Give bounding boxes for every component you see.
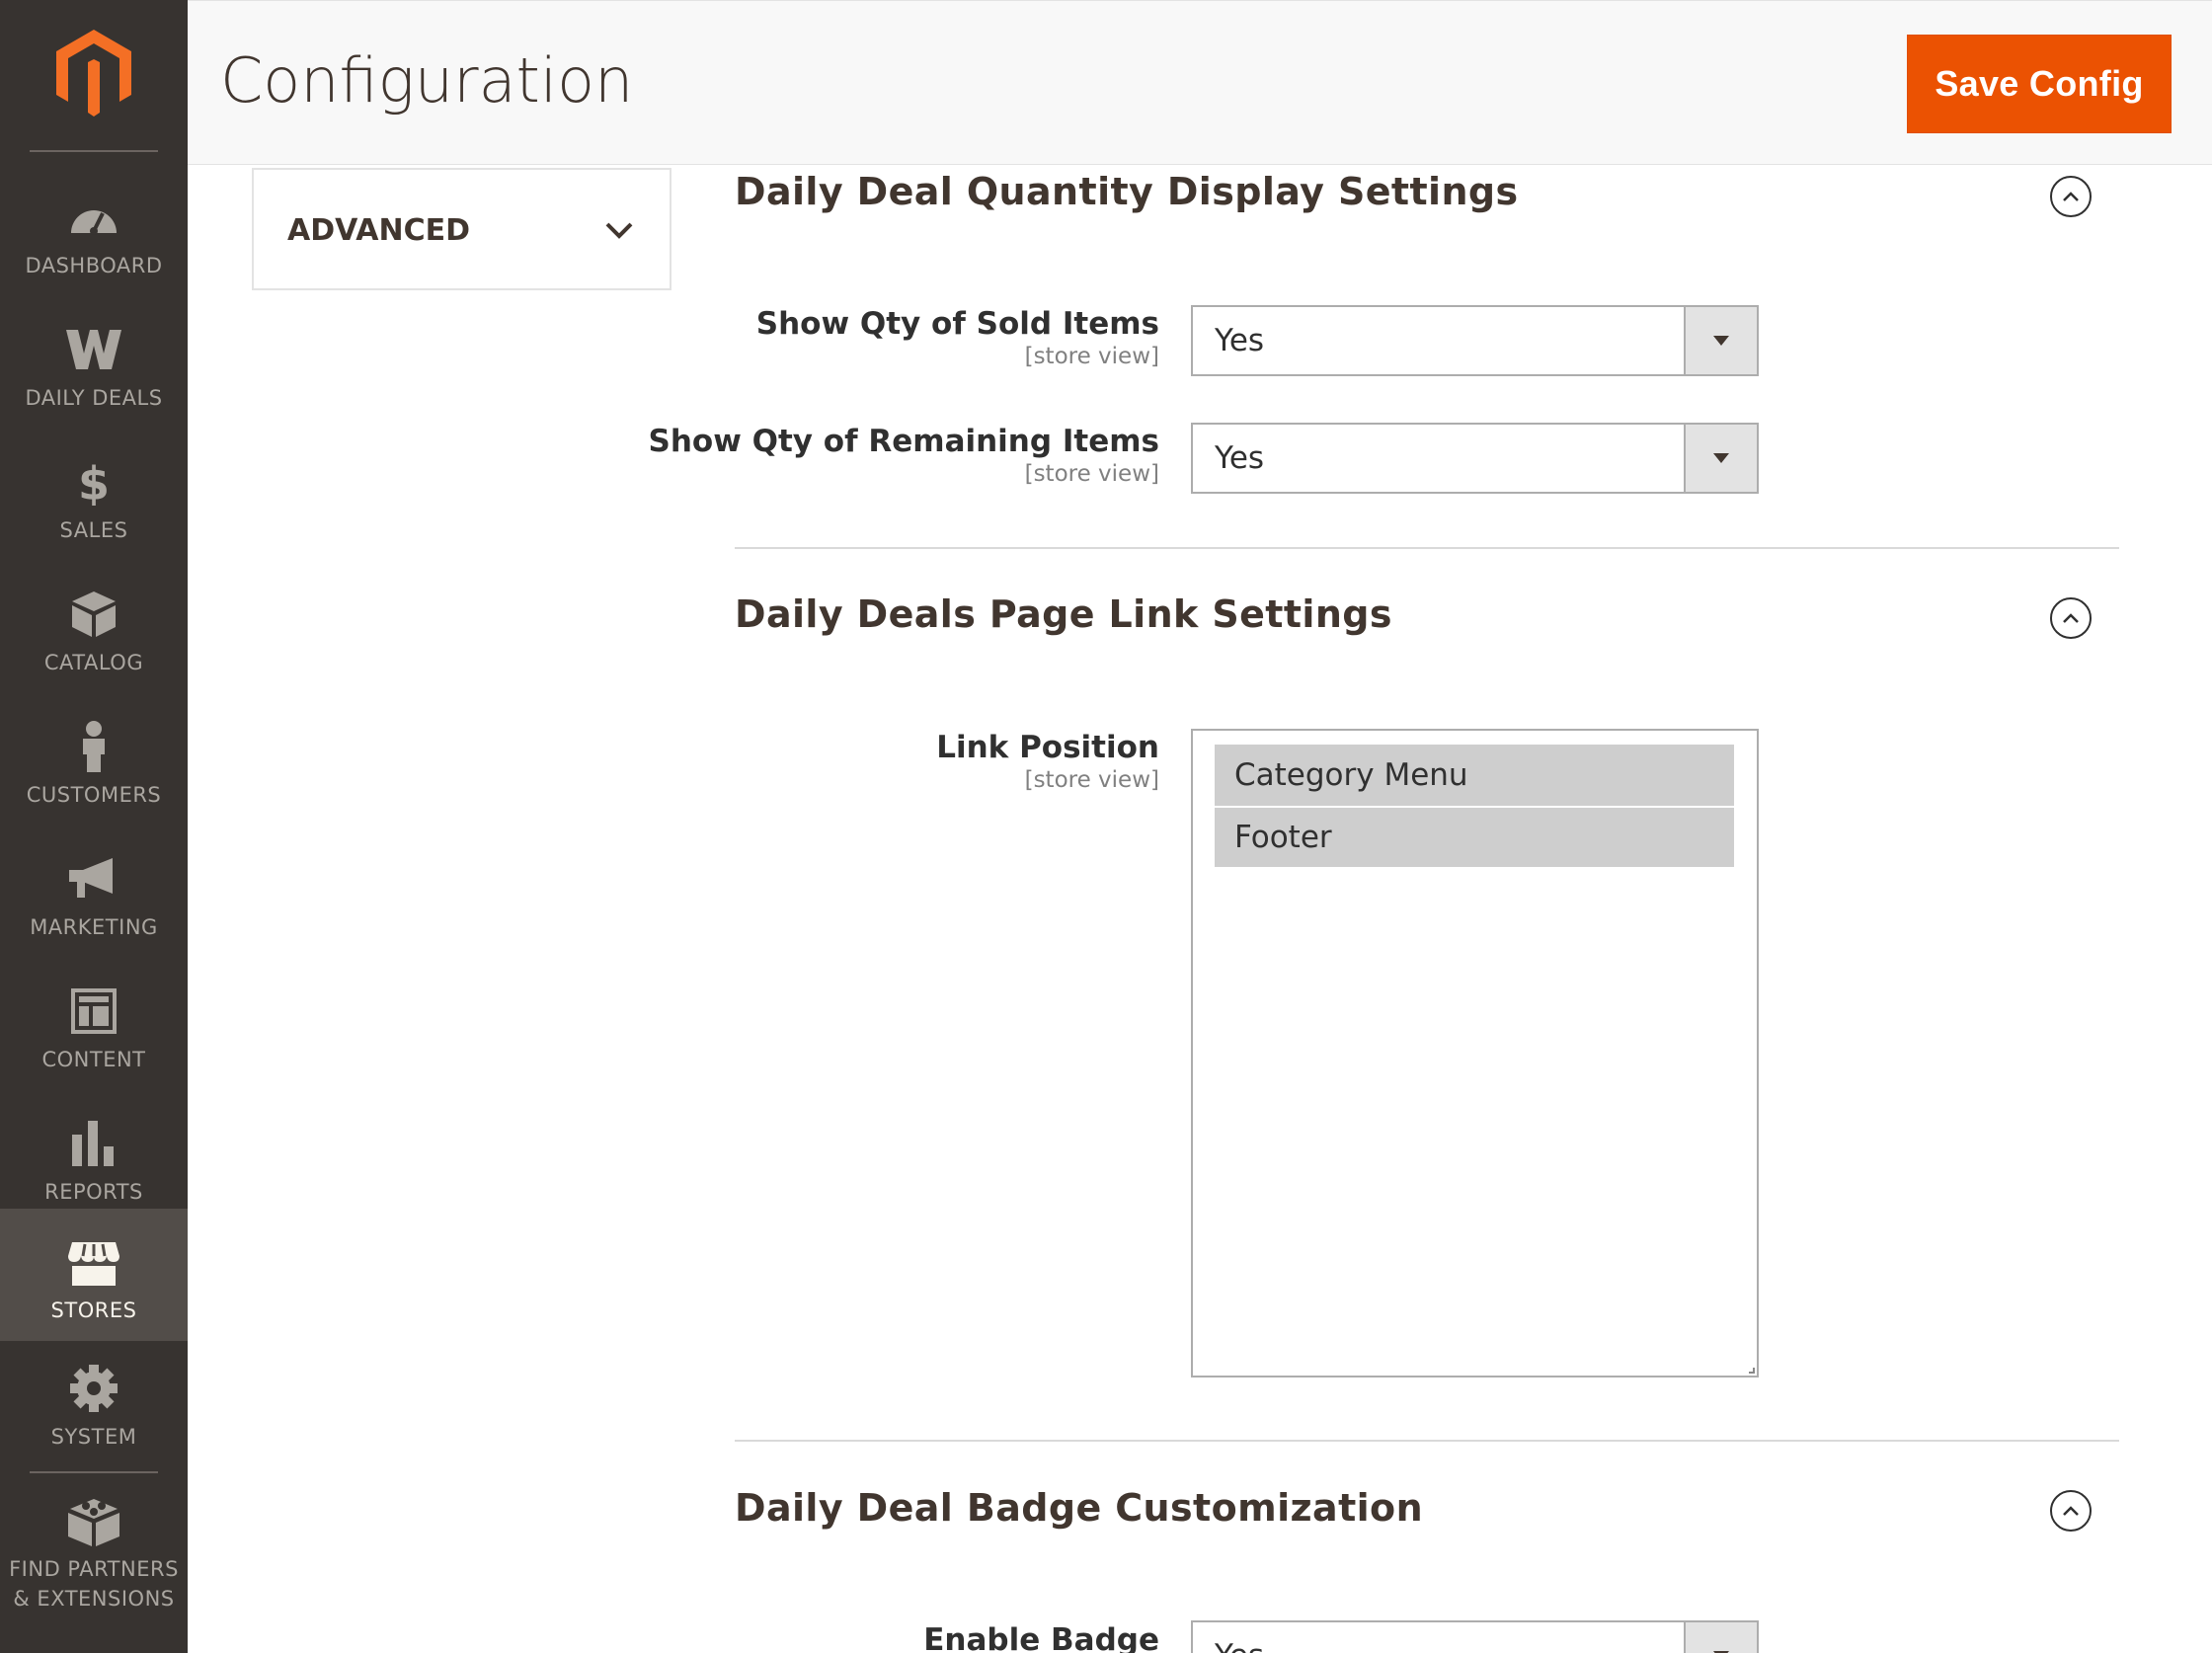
dropdown-arrow-icon — [1684, 307, 1757, 374]
sidebar-item-sales[interactable]: $ SALES — [0, 434, 188, 567]
sidebar-item-system[interactable]: SYSTEM — [0, 1341, 188, 1473]
blocks-icon — [64, 1497, 123, 1548]
section-title-badge-customization[interactable]: Daily Deal Badge Customization — [735, 1486, 1423, 1530]
bar-chart-icon — [64, 1118, 123, 1169]
show-qty-sold-select[interactable]: Yes — [1191, 305, 1759, 376]
field-label-show-qty-remaining: Show Qty of Remaining Items — [648, 424, 1160, 459]
option-footer[interactable]: Footer — [1215, 808, 1734, 867]
section-title-quantity-display[interactable]: Daily Deal Quantity Display Settings — [735, 170, 1519, 213]
tab-advanced-label: ADVANCED — [287, 213, 471, 248]
enable-badge-select[interactable]: Yes — [1191, 1620, 1759, 1653]
sidebar-item-label: & EXTENSIONS — [13, 1587, 175, 1611]
person-icon — [64, 721, 123, 772]
sidebar-item-label: FIND PARTNERS — [9, 1557, 179, 1581]
resize-handle[interactable] — [1749, 1368, 1755, 1374]
field-scope: [store view] — [1024, 344, 1159, 369]
section-divider — [735, 1440, 2119, 1442]
dropdown-arrow-icon — [1684, 425, 1757, 492]
show-qty-remaining-select[interactable]: Yes — [1191, 423, 1759, 494]
dollar-icon: $ — [64, 456, 123, 508]
tab-advanced[interactable]: ADVANCED — [252, 168, 672, 290]
dashboard-icon — [64, 192, 123, 243]
gear-icon — [64, 1363, 123, 1414]
section-divider — [735, 547, 2119, 549]
chevron-down-icon — [604, 219, 634, 241]
box-icon — [64, 589, 123, 640]
magento-logo[interactable] — [54, 28, 133, 117]
select-value: Yes — [1215, 440, 1265, 476]
sidebar-item-find-partners[interactable]: FIND PARTNERS & EXTENSIONS — [0, 1481, 188, 1614]
page-header: Configuration Save Config — [188, 0, 2212, 165]
storefront-icon — [64, 1238, 123, 1290]
sidebar-item-content[interactable]: CONTENT — [0, 964, 188, 1096]
link-position-multiselect[interactable]: Category Menu Footer — [1191, 729, 1759, 1378]
page-title: Configuration — [220, 44, 634, 117]
layout-icon — [64, 985, 123, 1037]
sidebar-divider — [30, 150, 158, 152]
sidebar-item-customers[interactable]: CUSTOMERS — [0, 699, 188, 831]
sidebar-item-catalog[interactable]: CATALOG — [0, 567, 188, 699]
field-label-enable-badge: Enable Badge — [923, 1622, 1159, 1653]
field-scope: [store view] — [1024, 461, 1159, 487]
collapse-up-icon[interactable] — [2050, 1490, 2092, 1532]
save-config-button[interactable]: Save Config — [1907, 35, 2172, 133]
sidebar-item-dashboard[interactable]: DASHBOARD — [0, 170, 188, 302]
field-label-show-qty-sold: Show Qty of Sold Items — [755, 306, 1159, 342]
dropdown-arrow-icon — [1684, 1622, 1757, 1653]
select-value: Yes — [1215, 323, 1265, 358]
collapse-up-icon[interactable] — [2050, 597, 2092, 639]
admin-sidebar: DASHBOARD DAILY DEALS $ SALES CATALOG CU… — [0, 0, 188, 1653]
option-category-menu[interactable]: Category Menu — [1215, 745, 1734, 806]
svg-text:$: $ — [78, 458, 110, 506]
collapse-up-icon[interactable] — [2050, 176, 2092, 217]
sidebar-item-marketing[interactable]: MARKETING — [0, 831, 188, 964]
select-value: Yes — [1215, 1638, 1264, 1653]
sidebar-item-daily-deals[interactable]: DAILY DEALS — [0, 302, 188, 434]
section-title-page-link[interactable]: Daily Deals Page Link Settings — [735, 592, 1392, 636]
field-label-link-position: Link Position — [936, 730, 1159, 765]
sidebar-divider — [30, 1471, 158, 1473]
daily-deals-icon — [64, 324, 123, 375]
sidebar-item-stores[interactable]: STORES — [0, 1209, 188, 1341]
field-scope: [store view] — [1024, 767, 1159, 793]
megaphone-icon — [64, 853, 123, 905]
